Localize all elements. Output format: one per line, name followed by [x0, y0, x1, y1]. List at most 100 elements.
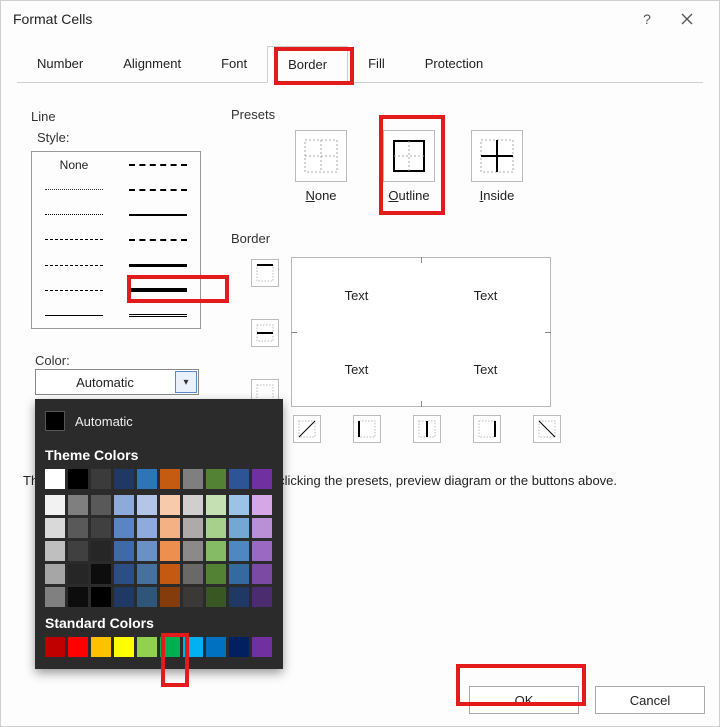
color-swatch[interactable]	[160, 564, 180, 584]
color-swatch[interactable]	[114, 564, 134, 584]
color-swatch[interactable]	[114, 637, 134, 657]
color-swatch[interactable]	[137, 587, 157, 607]
line-style-item[interactable]	[32, 227, 116, 252]
color-swatch[interactable]	[252, 587, 272, 607]
color-swatch[interactable]	[114, 469, 134, 489]
line-style-item[interactable]	[32, 177, 116, 202]
color-swatch[interactable]	[114, 495, 134, 515]
color-swatch[interactable]	[68, 564, 88, 584]
color-swatch[interactable]	[183, 469, 203, 489]
tab-alignment[interactable]: Alignment	[103, 46, 201, 83]
color-swatch[interactable]	[229, 518, 249, 538]
color-swatch[interactable]	[91, 541, 111, 561]
color-swatch[interactable]	[229, 564, 249, 584]
color-swatch[interactable]	[183, 518, 203, 538]
line-style-item[interactable]	[116, 303, 200, 328]
ok-button[interactable]: OK	[469, 686, 579, 714]
color-swatch[interactable]	[183, 587, 203, 607]
color-swatch[interactable]	[252, 564, 272, 584]
color-swatch[interactable]	[160, 587, 180, 607]
color-swatch[interactable]	[206, 495, 226, 515]
tab-border[interactable]: Border	[267, 46, 348, 83]
border-diag-down-button[interactable]	[533, 415, 561, 443]
color-swatch[interactable]	[114, 541, 134, 561]
line-style-item[interactable]	[32, 253, 116, 278]
color-swatch[interactable]	[91, 564, 111, 584]
color-swatch[interactable]	[68, 637, 88, 657]
color-swatch[interactable]	[68, 495, 88, 515]
line-style-item[interactable]	[32, 303, 116, 328]
color-swatch[interactable]	[160, 541, 180, 561]
color-swatch[interactable]	[252, 541, 272, 561]
color-swatch[interactable]	[45, 469, 65, 489]
line-style-list[interactable]: None	[31, 151, 201, 329]
color-swatch[interactable]	[45, 637, 65, 657]
color-swatch[interactable]	[252, 469, 272, 489]
color-swatch[interactable]	[45, 518, 65, 538]
color-swatch[interactable]	[91, 637, 111, 657]
color-swatch[interactable]	[206, 587, 226, 607]
color-swatch[interactable]	[114, 518, 134, 538]
color-swatch[interactable]	[137, 495, 157, 515]
border-top-button[interactable]	[251, 259, 279, 287]
line-style-item[interactable]	[116, 227, 200, 252]
color-swatch[interactable]	[91, 469, 111, 489]
color-swatch[interactable]	[137, 564, 157, 584]
line-style-item[interactable]	[116, 278, 200, 303]
color-swatch[interactable]	[45, 564, 65, 584]
preset-inside[interactable]: Inside	[471, 130, 523, 203]
color-swatch[interactable]	[229, 637, 249, 657]
color-swatch[interactable]	[229, 495, 249, 515]
color-swatch[interactable]	[45, 495, 65, 515]
color-swatch[interactable]	[68, 541, 88, 561]
color-swatch[interactable]	[45, 541, 65, 561]
color-swatch[interactable]	[160, 495, 180, 515]
color-swatch[interactable]	[229, 541, 249, 561]
border-preview[interactable]: Text Text Text Text	[291, 257, 551, 407]
color-swatch[interactable]	[91, 495, 111, 515]
color-swatch[interactable]	[68, 587, 88, 607]
color-swatch[interactable]	[206, 564, 226, 584]
color-swatch[interactable]	[160, 637, 180, 657]
color-swatch[interactable]	[229, 469, 249, 489]
color-swatch[interactable]	[183, 637, 203, 657]
color-swatch[interactable]	[160, 518, 180, 538]
color-swatch[interactable]	[114, 587, 134, 607]
color-swatch[interactable]	[206, 469, 226, 489]
line-style-item[interactable]	[116, 253, 200, 278]
line-style-item[interactable]	[32, 278, 116, 303]
color-swatch[interactable]	[137, 541, 157, 561]
border-vmid-button[interactable]	[413, 415, 441, 443]
tab-protection[interactable]: Protection	[405, 46, 504, 83]
color-swatch[interactable]	[206, 518, 226, 538]
color-swatch[interactable]	[183, 564, 203, 584]
border-left-button[interactable]	[353, 415, 381, 443]
color-swatch[interactable]	[252, 637, 272, 657]
color-swatch[interactable]	[160, 469, 180, 489]
color-swatch[interactable]	[183, 541, 203, 561]
color-swatch[interactable]	[183, 495, 203, 515]
cancel-button[interactable]: Cancel	[595, 686, 705, 714]
color-swatch[interactable]	[91, 518, 111, 538]
color-swatch[interactable]	[137, 637, 157, 657]
line-style-item[interactable]	[116, 152, 200, 177]
preset-outline[interactable]: Outline	[383, 130, 435, 203]
tab-font[interactable]: Font	[201, 46, 267, 83]
line-style-none[interactable]: None	[32, 152, 116, 177]
color-swatch[interactable]	[229, 587, 249, 607]
tab-fill[interactable]: Fill	[348, 46, 405, 83]
color-swatch[interactable]	[45, 587, 65, 607]
color-swatch[interactable]	[137, 518, 157, 538]
border-right-button[interactable]	[473, 415, 501, 443]
color-swatch[interactable]	[91, 587, 111, 607]
help-button[interactable]: ?	[627, 4, 667, 34]
border-hmid-button[interactable]	[251, 319, 279, 347]
preset-none[interactable]: None	[295, 130, 347, 203]
line-style-item[interactable]	[32, 202, 116, 227]
close-button[interactable]	[667, 4, 707, 34]
border-diag-up-button[interactable]	[293, 415, 321, 443]
color-swatch[interactable]	[252, 495, 272, 515]
tab-number[interactable]: Number	[17, 46, 103, 83]
line-style-item[interactable]	[116, 202, 200, 227]
color-dropdown[interactable]: Automatic ▾	[35, 369, 199, 395]
